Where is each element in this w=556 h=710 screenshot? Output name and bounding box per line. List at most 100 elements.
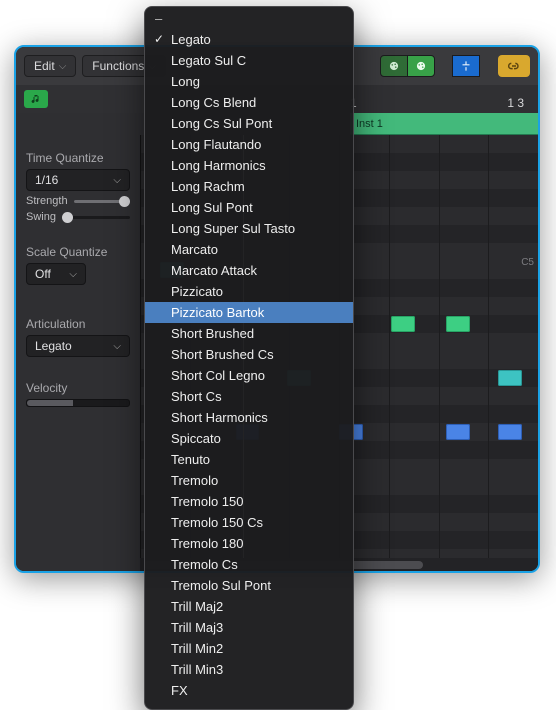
articulation-option[interactable]: Short Harmonics xyxy=(145,407,353,428)
articulation-option[interactable]: Pizzicato Bartok xyxy=(145,302,353,323)
articulation-option-label: Short Harmonics xyxy=(171,410,268,425)
swing-label: Swing xyxy=(26,211,56,223)
articulation-option[interactable]: Short Cs xyxy=(145,386,353,407)
articulation-option-label: Tremolo 180 xyxy=(171,536,244,551)
articulation-option[interactable]: Trill Min2 xyxy=(145,638,353,659)
edit-label: Edit xyxy=(34,59,55,73)
articulation-option-label: Spiccato xyxy=(171,431,221,446)
articulation-option[interactable]: ✓ Legato xyxy=(145,29,353,50)
time-quantize-label: Time Quantize xyxy=(26,151,130,165)
scale-quantize-label: Scale Quantize xyxy=(26,245,130,259)
edit-menu-button[interactable]: Edit ⌵ xyxy=(24,55,76,77)
articulation-option-label: Tremolo xyxy=(171,473,218,488)
strength-label: Strength xyxy=(26,195,68,207)
collapse-icon[interactable]: – xyxy=(145,11,353,29)
articulation-option-label: Marcato xyxy=(171,242,218,257)
articulation-option-label: Tenuto xyxy=(171,452,210,467)
articulation-option[interactable]: Long Cs Sul Pont xyxy=(145,113,353,134)
articulation-option[interactable]: Trill Min3 xyxy=(145,659,353,680)
chevron-down-icon: ⌵ xyxy=(113,341,121,352)
ruler-bar: 1 3 xyxy=(507,96,524,110)
chevron-down-icon: ⌵ xyxy=(59,61,67,72)
midi-note[interactable] xyxy=(498,370,522,386)
articulation-option[interactable]: Long Cs Blend xyxy=(145,92,353,113)
articulation-option[interactable]: FX xyxy=(145,680,353,701)
midi-note[interactable] xyxy=(391,316,415,332)
articulation-option[interactable]: Long Flautando xyxy=(145,134,353,155)
articulation-option[interactable]: Long Sul Pont xyxy=(145,197,353,218)
articulation-option-label: Trill Min2 xyxy=(171,641,223,656)
articulation-option[interactable]: Long Harmonics xyxy=(145,155,353,176)
articulation-option-label: Pizzicato xyxy=(171,284,223,299)
articulation-option-label: Tremolo Cs xyxy=(171,557,238,572)
articulation-option[interactable]: Marcato Attack xyxy=(145,260,353,281)
articulation-option-label: Trill Maj3 xyxy=(171,620,223,635)
tool-group[interactable] xyxy=(453,55,480,77)
palette-selected-icon[interactable] xyxy=(407,55,435,77)
region-header[interactable]: Inst 1 xyxy=(350,113,538,135)
articulation-option[interactable]: Trill Maj2 xyxy=(145,596,353,617)
articulation-option[interactable]: Long Super Sul Tasto xyxy=(145,218,353,239)
articulation-option-label: Long Sul Pont xyxy=(171,200,253,215)
articulation-option[interactable]: Long xyxy=(145,71,353,92)
articulation-option[interactable]: Marcato xyxy=(145,239,353,260)
articulation-option[interactable]: Tremolo Cs xyxy=(145,554,353,575)
palette-icon[interactable] xyxy=(380,55,408,77)
articulation-option-label: Pizzicato Bartok xyxy=(171,305,264,320)
articulation-option-label: Short Col Legno xyxy=(171,368,265,383)
color-mode-toggle[interactable] xyxy=(381,55,435,77)
articulation-option-label: Long Cs Sul Pont xyxy=(171,116,272,131)
articulation-option[interactable]: Pizzicato xyxy=(145,281,353,302)
midi-note[interactable] xyxy=(446,316,470,332)
quantize-strength-slider[interactable]: Strength xyxy=(26,195,130,207)
articulation-option-label: Legato xyxy=(171,32,211,47)
articulation-option[interactable]: Long Rachm xyxy=(145,176,353,197)
midi-note[interactable] xyxy=(498,424,522,440)
articulation-option[interactable]: Trill Maj3 xyxy=(145,617,353,638)
chevron-down-icon: ⌵ xyxy=(113,175,121,186)
articulation-option[interactable]: Tremolo 150 Cs xyxy=(145,512,353,533)
articulation-option[interactable]: Spiccato xyxy=(145,428,353,449)
tool-select-icon[interactable] xyxy=(452,55,480,77)
articulation-option-label: Long Cs Blend xyxy=(171,95,256,110)
articulation-option[interactable]: Tremolo 150 xyxy=(145,491,353,512)
articulation-option-label: Long Rachm xyxy=(171,179,245,194)
articulation-option-label: Trill Min3 xyxy=(171,662,223,677)
pitch-label-c5: C5 xyxy=(521,257,534,268)
articulation-option-label: Tremolo 150 Cs xyxy=(171,515,263,530)
scale-quantize-select[interactable]: Off ⌵ xyxy=(26,263,86,285)
time-quantize-select[interactable]: 1/16 ⌵ xyxy=(26,169,130,191)
articulation-option-label: FX xyxy=(171,683,188,698)
track-name: Inst 1 xyxy=(356,118,383,130)
velocity-label: Velocity xyxy=(26,381,130,395)
articulation-dropdown[interactable]: – ✓ Legato Legato Sul C Long Long Cs Blend Lo… xyxy=(144,6,354,710)
articulation-value: Legato xyxy=(35,339,72,353)
articulation-select[interactable]: Legato ⌵ xyxy=(26,335,130,357)
articulation-label: Articulation xyxy=(26,317,130,331)
articulation-option-label: Long Super Sul Tasto xyxy=(171,221,295,236)
articulation-option[interactable]: Tenuto xyxy=(145,449,353,470)
articulation-option-label: Short Brushed xyxy=(171,326,254,341)
swing-slider[interactable]: Swing xyxy=(26,211,130,223)
articulation-option[interactable]: Short Brushed Cs xyxy=(145,344,353,365)
inspector-panel: Time Quantize 1/16 ⌵ Strength Swing Scal… xyxy=(16,135,140,571)
articulation-option-label: Marcato Attack xyxy=(171,263,257,278)
articulation-option-label: Long Flautando xyxy=(171,137,261,152)
articulation-option[interactable]: Tremolo Sul Pont xyxy=(145,575,353,596)
velocity-slider[interactable] xyxy=(26,399,130,407)
articulation-option[interactable]: Legato Sul C xyxy=(145,50,353,71)
chevron-down-icon: ⌵ xyxy=(69,269,77,280)
articulation-option[interactable]: Short Col Legno xyxy=(145,365,353,386)
scale-quantize-value: Off xyxy=(35,267,51,281)
articulation-option-label: Long xyxy=(171,74,200,89)
midi-note[interactable] xyxy=(446,424,470,440)
articulation-option-label: Short Brushed Cs xyxy=(171,347,274,362)
link-toggle[interactable] xyxy=(498,55,530,77)
articulation-option[interactable]: Tremolo 180 xyxy=(145,533,353,554)
functions-label: Functions xyxy=(92,59,144,73)
articulation-option-label: Tremolo 150 xyxy=(171,494,244,509)
check-icon: ✓ xyxy=(154,30,164,49)
articulation-option-label: Legato Sul C xyxy=(171,53,246,68)
articulation-option[interactable]: Short Brushed xyxy=(145,323,353,344)
articulation-option[interactable]: Tremolo xyxy=(145,470,353,491)
